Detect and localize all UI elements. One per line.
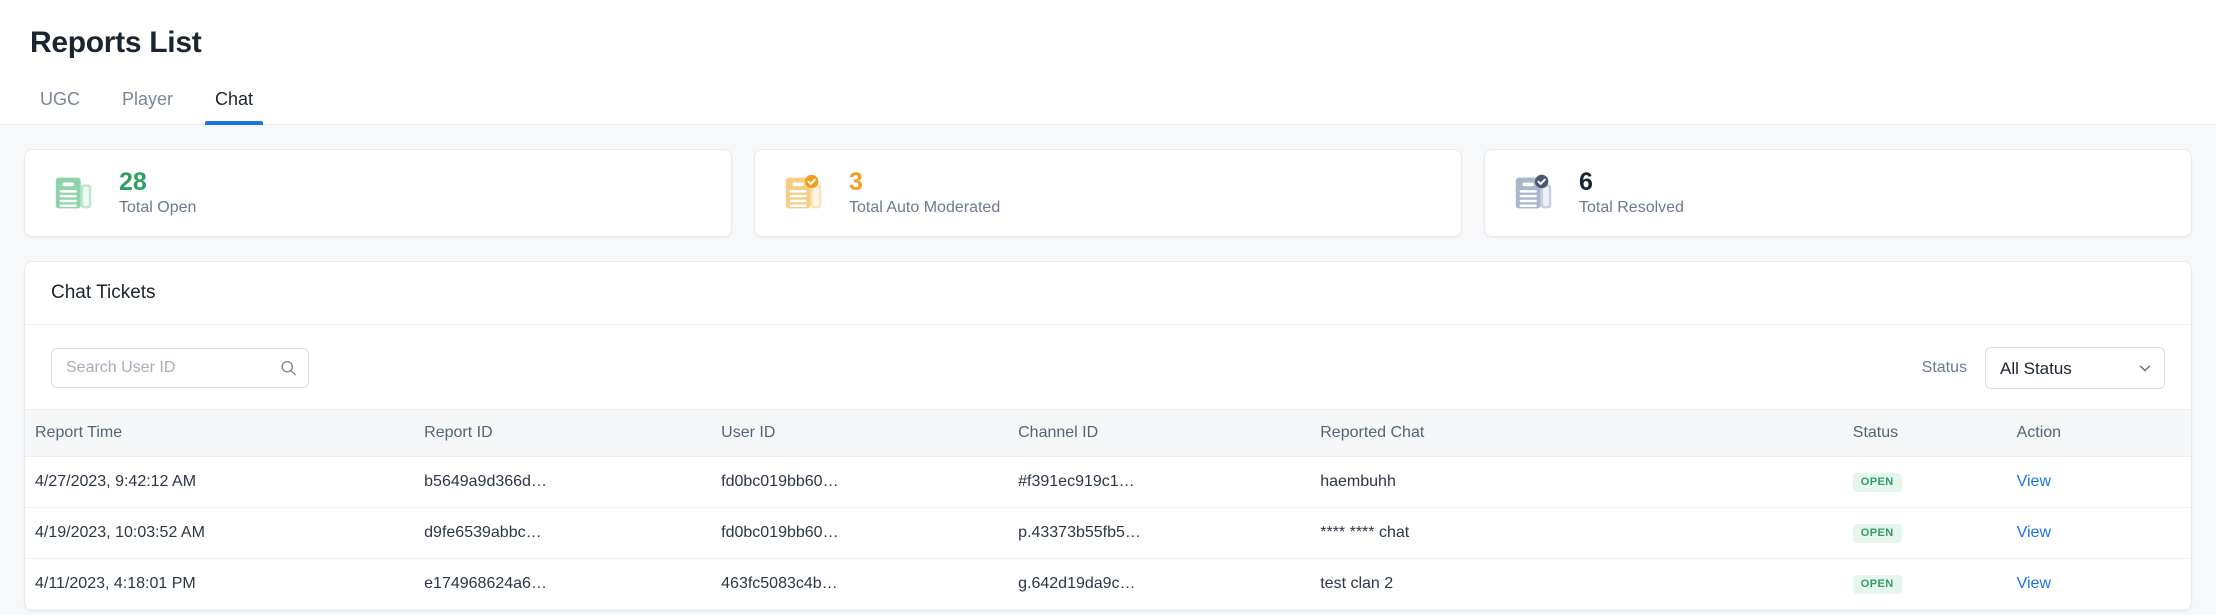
tab-ugc[interactable]: UGC [36,89,84,124]
view-link[interactable]: View [2017,575,2051,592]
table-row[interactable]: 4/19/2023, 10:03:52 AM d9fe6539abbc… fd0… [25,507,2191,559]
status-select-wrap: All Status [1985,347,2165,389]
stat-value: 3 [849,167,863,196]
table-header-row: Report Time Report ID User ID Channel ID… [25,409,2191,457]
cell-reported-chat: test clan 2 [1310,558,1843,610]
cell-user-id: fd0bc019bb60… [711,507,1009,559]
cell-status: OPEN [1842,507,2007,559]
status-filter-label: Status [1921,359,1967,376]
column-header-user-id: User ID [711,409,1009,457]
status-badge: OPEN [1852,524,1902,543]
stat-label: Total Open [119,199,197,217]
column-header-reported-chat: Reported Chat [1310,409,1843,457]
tab-chat[interactable]: Chat [205,89,264,125]
document-check-badge-icon [785,174,822,209]
tab-bar: UGC Player Chat [30,89,2186,125]
cell-action: View [2006,507,2191,559]
table-row[interactable]: 4/27/2023, 9:42:12 AM b5649a9d366d… fd0b… [25,456,2191,508]
column-header-status: Status [1842,409,2007,457]
status-badge: OPEN [1852,575,1902,594]
panel-title: Chat Tickets [25,262,2191,325]
search-input[interactable] [51,348,309,388]
search-box [51,348,309,388]
column-header-report-time: Report Time [25,409,415,457]
table-toolbar: Status All Status [25,325,2191,409]
stat-value: 6 [1579,167,1593,196]
cell-channel-id: #f391ec919c1… [1008,456,1311,508]
status-select[interactable]: All Status [1985,347,2165,389]
status-filter: Status All Status [1922,347,2165,389]
cell-reported-chat: **** **** chat [1310,507,1843,559]
cell-report-id: b5649a9d366d… [414,456,712,508]
page-title: Reports List [30,26,202,59]
stat-card-total-resolved: 6 Total Resolved [1484,149,2192,237]
tab-player[interactable]: Player [118,89,177,124]
cell-status: OPEN [1842,558,2007,610]
stat-label: Total Resolved [1579,199,1684,217]
stat-card-total-auto-moderated: 3 Total Auto Moderated [754,149,1462,237]
cell-report-time: 4/27/2023, 9:42:12 AM [25,456,415,508]
status-badge: OPEN [1852,473,1902,492]
cell-report-id: e174968624a6… [414,558,712,610]
cell-channel-id: p.43373b55fb5… [1008,507,1311,559]
table-body: 4/27/2023, 9:42:12 AM b5649a9d366d… fd0b… [25,456,2191,610]
cell-action: View [2006,558,2191,610]
document-lines-icon [55,177,92,209]
cell-report-id: d9fe6539abbc… [414,507,712,559]
table-head: Report Time Report ID User ID Channel ID… [25,409,2191,457]
cell-channel-id: g.642d19da9c… [1008,558,1311,610]
table-row[interactable]: 4/11/2023, 4:18:01 PM e174968624a6… 463f… [25,558,2191,610]
column-header-channel-id: Channel ID [1008,409,1311,457]
cell-user-id: fd0bc019bb60… [711,456,1009,508]
page-header: Reports List UGC Player Chat [0,0,2216,125]
cell-report-time: 4/19/2023, 10:03:52 AM [25,507,415,559]
cell-report-time: 4/11/2023, 4:18:01 PM [25,558,415,610]
stat-text: 6 Total Resolved [1579,169,1684,217]
column-header-report-id: Report ID [414,409,712,457]
stat-text: 28 Total Open [119,169,196,217]
stat-card-total-open: 28 Total Open [24,149,732,237]
column-header-action: Action [2006,409,2191,457]
document-check-badge-icon [1515,174,1552,209]
chat-tickets-panel: Chat Tickets Status All Status [24,261,2192,611]
cell-reported-chat: haembuhh [1310,456,1843,508]
stat-cards-row: 28 Total Open 3 Total Auto Moderated 6 T… [0,125,2216,237]
stat-text: 3 Total Auto Moderated [849,169,1000,217]
stat-value: 28 [119,167,147,196]
view-link[interactable]: View [2017,473,2051,490]
cell-user-id: 463fc5083c4b… [711,558,1009,610]
cell-status: OPEN [1842,456,2007,508]
chat-tickets-table: Report Time Report ID User ID Channel ID… [25,409,2191,610]
stat-label: Total Auto Moderated [849,199,1001,217]
cell-action: View [2006,456,2191,508]
view-link[interactable]: View [2017,524,2051,541]
